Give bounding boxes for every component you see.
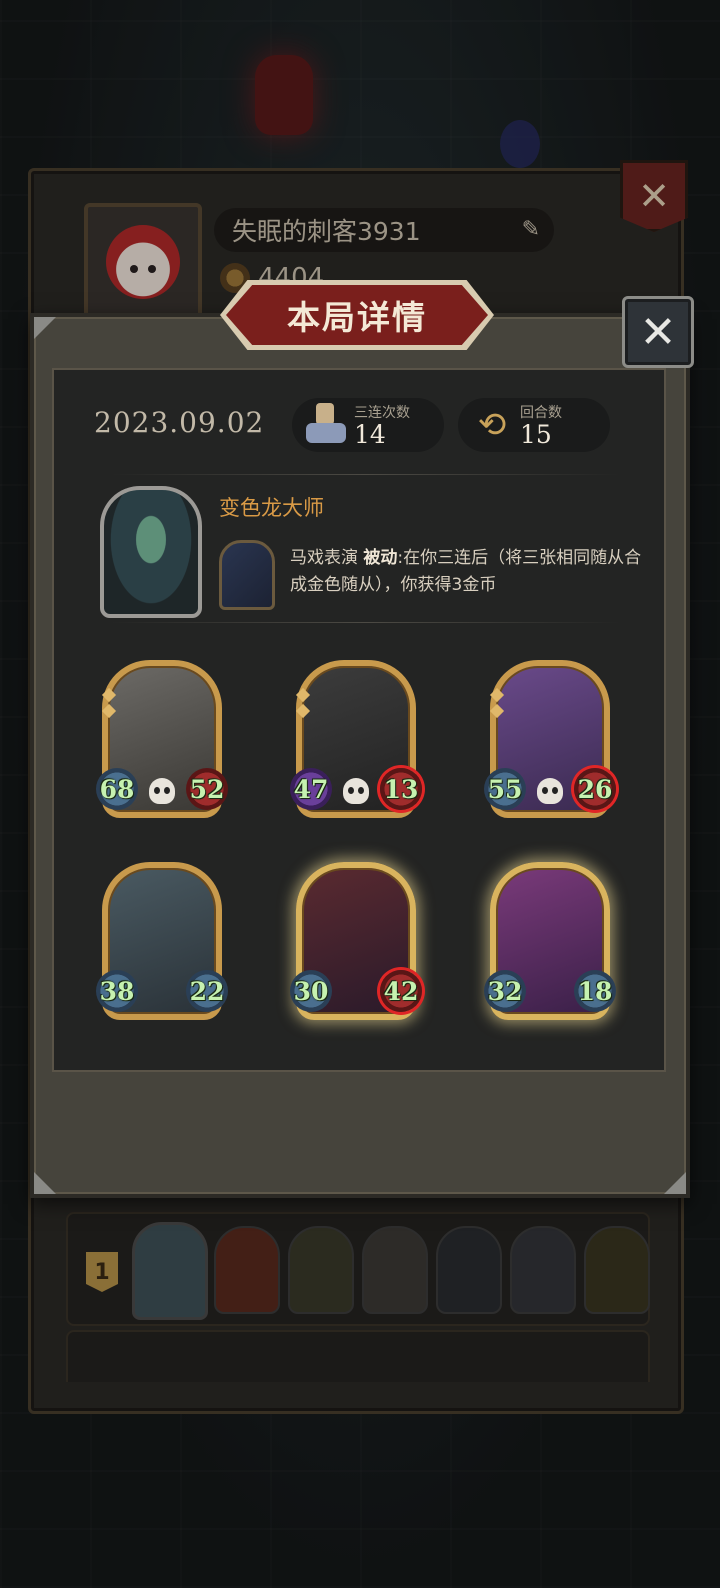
divider (110, 474, 620, 475)
triples-stat: 三连次数 14 (292, 398, 444, 452)
unit-attack: 68 (96, 768, 138, 810)
unit-attack: 55 (484, 768, 526, 810)
skill-name: 马戏表演 (290, 548, 358, 568)
unit-attack: 47 (290, 768, 332, 810)
unit-card[interactable]: 30 42 (290, 862, 422, 1020)
skull-icon (537, 778, 563, 804)
rounds-label: 回合数 (520, 405, 562, 421)
corner-ornament (664, 1172, 686, 1194)
close-icon: ✕ (639, 306, 677, 358)
hero-name: 变色龙大师 (219, 496, 324, 520)
unit-card[interactable]: 32 18 (484, 862, 616, 1020)
unit-health: 42 (380, 970, 422, 1012)
triple-icon (304, 403, 348, 447)
refresh-icon: ⟲ (477, 405, 507, 445)
hero-skill-description: 马戏表演 被动:在你三连后（将三张相同随从合成金色随从），你获得3金币 (290, 545, 650, 599)
skull-icon (343, 778, 369, 804)
rounds-value: 15 (520, 420, 552, 449)
final-board-units: 68 52 47 13 55 26 38 22 30 42 32 18 (96, 660, 632, 1020)
modal-close-button[interactable]: ✕ (622, 296, 694, 368)
unit-health: 22 (186, 970, 228, 1012)
corner-ornament (34, 1172, 56, 1194)
unit-card[interactable]: 55 26 (484, 660, 616, 818)
unit-health: 52 (186, 768, 228, 810)
unit-card[interactable]: 38 22 (96, 862, 228, 1020)
triples-label: 三连次数 (354, 405, 410, 421)
modal-title-plate: 本局详情 (226, 285, 488, 345)
unit-health: 13 (380, 768, 422, 810)
triples-value: 14 (354, 420, 386, 449)
unit-attack: 38 (96, 970, 138, 1012)
rounds-stat: ⟲ 回合数 15 (458, 398, 610, 452)
skull-icon (149, 778, 175, 804)
unit-attack: 30 (290, 970, 332, 1012)
corner-ornament (34, 317, 56, 339)
unit-card[interactable]: 68 52 (96, 660, 228, 818)
divider (110, 622, 620, 623)
hero-portrait[interactable] (100, 486, 202, 618)
unit-card[interactable]: 47 13 (290, 660, 422, 818)
match-date: 2023.09.02 (94, 406, 265, 439)
unit-attack: 32 (484, 970, 526, 1012)
modal-title: 本局详情 (287, 298, 427, 337)
unit-health: 26 (574, 768, 616, 810)
hero-skill-icon[interactable] (219, 540, 275, 610)
detail-content: 2023.09.02 三连次数 14 ⟲ 回合数 15 变色龙大师 马戏表演 被… (52, 368, 666, 1072)
skill-type: 被动 (363, 548, 398, 568)
unit-health: 18 (574, 970, 616, 1012)
